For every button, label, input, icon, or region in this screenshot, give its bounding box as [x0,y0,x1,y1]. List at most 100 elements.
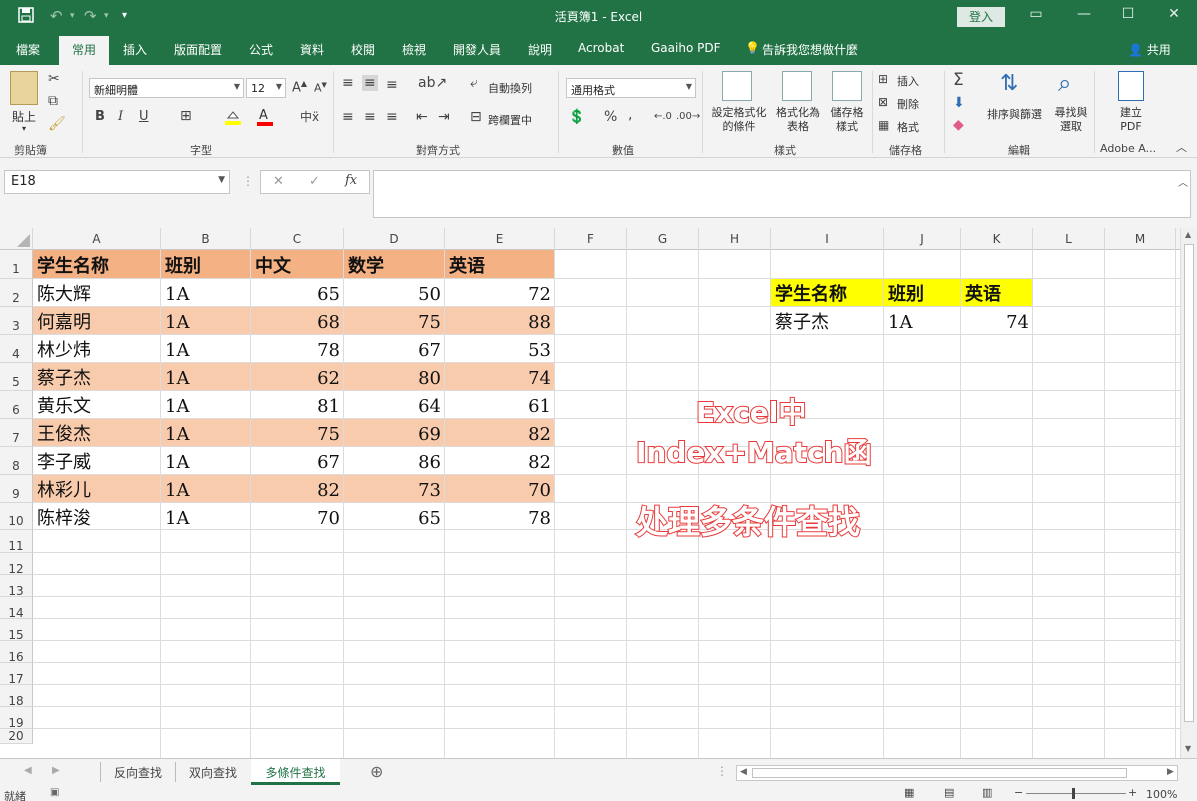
format-cells-button[interactable]: 格式 [897,119,919,135]
tab-view[interactable]: 檢視 [402,41,426,58]
create-pdf-icon[interactable] [1118,71,1144,101]
wrap-text-button[interactable]: 自動換列 [488,80,532,96]
enter-icon[interactable]: ✓ [309,174,320,189]
vertical-scrollbar[interactable]: ▲ ▼ [1180,228,1197,758]
close-icon[interactable]: ✕ [1164,6,1184,22]
align-left-icon[interactable]: ≡ [342,109,354,125]
scroll-down-icon[interactable]: ▼ [1185,744,1191,753]
orientation-icon[interactable]: ab↗ [418,75,447,91]
number-format-combo[interactable]: 通用格式 ▼ [566,78,696,98]
zoom-out-icon[interactable]: − [1014,786,1023,799]
expand-formula-icon[interactable]: ︿ [1178,174,1188,189]
font-name-combo[interactable]: 新細明體 ▼ [89,78,244,98]
increase-indent-icon[interactable]: ⇥ [438,109,450,125]
drag-handle-icon[interactable]: ⋮ [242,174,254,188]
underline-icon[interactable]: U [139,109,149,124]
sheet-tab-reverse-lookup[interactable]: 反向查找 [101,759,175,785]
tab-home[interactable]: 常用 [59,36,110,65]
insert-cells-icon[interactable]: ⊞ [878,72,888,86]
paste-label[interactable]: 貼上 [12,108,36,125]
italic-icon[interactable]: I [118,109,123,124]
align-middle-icon[interactable]: ≡ [362,75,378,91]
tab-developer[interactable]: 開發人員 [453,41,501,58]
horizontal-scroll-thumb[interactable] [752,768,1127,778]
tab-acrobat[interactable]: Acrobat [578,41,624,55]
fill-icon[interactable]: ⬇ [953,95,965,111]
create-pdf-button[interactable]: 建立PDF [1118,106,1144,134]
conditional-format-icon[interactable] [722,71,752,101]
prev-sheet-icon[interactable]: ◀ [24,765,32,776]
zoom-slider-handle[interactable] [1072,788,1075,799]
clear-icon[interactable]: ◆ [953,117,964,133]
merge-center-button[interactable]: 跨欄置中 [488,112,532,128]
comma-icon[interactable]: , [628,107,632,123]
tab-insert[interactable]: 插入 [123,41,147,58]
decrease-font-icon[interactable]: A▼ [314,81,327,95]
align-top-icon[interactable]: ≡ [342,75,354,91]
cut-icon[interactable]: ✂ [48,71,60,87]
scroll-left-icon[interactable]: ◀ [740,767,747,777]
vertical-scroll-thumb[interactable] [1184,244,1194,722]
formula-input[interactable] [373,170,1191,218]
delete-cells-button[interactable]: 刪除 [897,96,919,112]
tab-page-layout[interactable]: 版面配置 [174,41,222,58]
cell-styles-button[interactable]: 儲存格樣式 [826,106,868,134]
increase-decimal-icon[interactable]: ←.0 [654,111,672,122]
font-color-icon[interactable]: A [256,107,274,131]
minimize-icon[interactable]: — [1074,6,1094,22]
macro-record-icon[interactable]: ▣ [50,787,59,798]
find-select-icon[interactable]: ⌕ [1058,69,1071,97]
paste-dropdown-icon[interactable]: ▾ [22,124,26,133]
tab-file[interactable]: 檔案 [16,41,40,58]
phonetic-icon[interactable]: 中ẍ [300,108,319,125]
bold-icon[interactable]: B [95,109,105,124]
delete-cells-icon[interactable]: ⊠ [878,95,888,109]
increase-font-icon[interactable]: A▲ [292,79,307,95]
fill-color-icon[interactable] [224,108,242,130]
insert-cells-button[interactable]: 插入 [897,73,919,89]
conditional-format-button[interactable]: 設定格式化的條件 [708,106,770,134]
cancel-icon[interactable]: ✕ [273,174,284,189]
sign-in-button[interactable]: 登入 [957,7,1005,27]
copy-icon[interactable]: ⧉ [48,93,58,109]
scroll-up-icon[interactable]: ▲ [1185,230,1191,239]
tab-review[interactable]: 校閱 [351,41,375,58]
accounting-icon[interactable]: 💲 [568,109,585,125]
insert-function-icon[interactable]: fx [345,173,357,188]
share-button[interactable]: 👤 共用 [1128,41,1171,58]
align-right-icon[interactable]: ≡ [386,109,398,125]
sheet-tab-multi-criteria-lookup[interactable]: 多條件查找 [251,759,340,785]
tab-help[interactable]: 說明 [528,41,552,58]
decrease-decimal-icon[interactable]: .00→ [676,111,700,122]
sort-filter-button[interactable]: 排序與篩選 [987,106,1042,122]
maximize-icon[interactable]: ☐ [1118,6,1138,22]
tab-formulas[interactable]: 公式 [249,41,273,58]
wrap-text-icon[interactable]: ⤶ [470,75,478,91]
cell-styles-icon[interactable] [832,71,862,101]
align-bottom-icon[interactable]: ≡ [386,77,398,93]
name-box[interactable]: E18 ▼ [4,170,230,194]
horizontal-scrollbar[interactable]: ◀ ▶ [736,765,1178,781]
decrease-indent-icon[interactable]: ⇤ [416,109,428,125]
tab-data[interactable]: 資料 [300,41,324,58]
font-size-combo[interactable]: 12 ▼ [246,78,286,98]
autosum-icon[interactable]: Σ [953,70,964,90]
worksheet-grid[interactable]: ABCDEFGHIJKLM 1 2 3 4 5 6 7 8 9 10 11 12 13 14 15 16 17 1… [0,228,1180,758]
add-sheet-icon[interactable]: ⊕ [370,762,383,781]
ribbon-display-icon[interactable]: ▭ [1026,6,1046,22]
next-sheet-icon[interactable]: ▶ [52,765,60,776]
merge-icon[interactable]: ⊟ [470,109,482,125]
format-painter-icon[interactable]: 🖌 [48,116,66,132]
zoom-slider[interactable] [1026,793,1126,794]
normal-view-icon[interactable]: ▦ [904,786,914,799]
percent-icon[interactable]: % [604,109,617,125]
page-break-view-icon[interactable]: ▥ [982,786,992,799]
align-center-icon[interactable]: ≡ [364,109,376,125]
format-as-table-button[interactable]: 格式化為表格 [773,106,823,134]
scroll-right-icon[interactable]: ▶ [1167,767,1174,777]
zoom-in-icon[interactable]: + [1128,786,1137,799]
tab-gaaiho-pdf[interactable]: Gaaiho PDF [651,41,720,55]
collapse-ribbon-icon[interactable]: ︿ [1176,139,1187,155]
sort-filter-icon[interactable]: ⇅ [1000,71,1018,96]
format-cells-icon[interactable]: ▦ [878,118,889,132]
